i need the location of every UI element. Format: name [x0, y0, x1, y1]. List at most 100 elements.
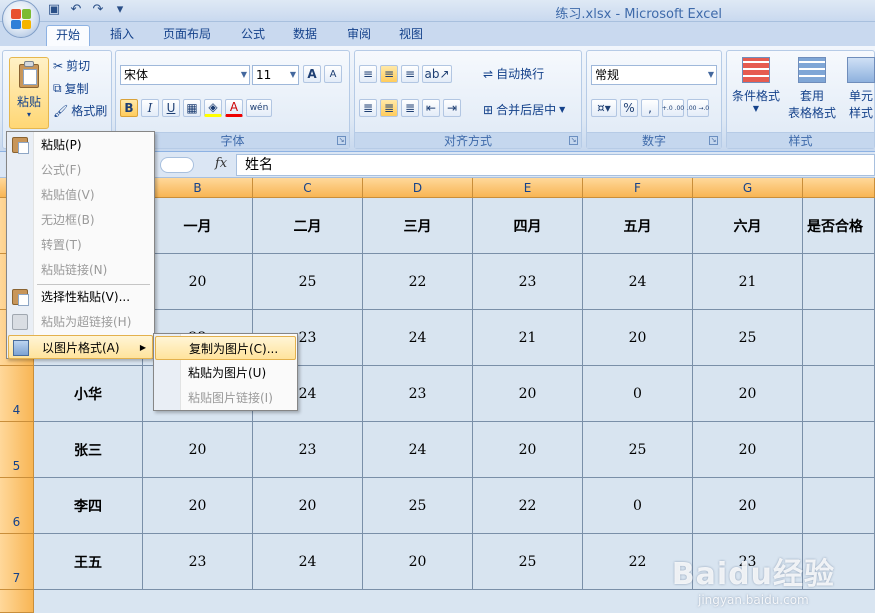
bold-button[interactable]: B: [120, 99, 138, 117]
menu-item-paste-picture-link[interactable]: 粘贴图片链接(I): [155, 386, 296, 410]
insert-function-button[interactable]: fx: [215, 156, 227, 171]
menu-item-transpose[interactable]: 转置(T): [8, 233, 153, 257]
row-header[interactable]: 6: [0, 478, 34, 534]
dialog-launcher-icon[interactable]: ↘: [337, 136, 346, 145]
table-cell[interactable]: 23: [143, 534, 253, 590]
tab-insert[interactable]: 插入: [101, 25, 143, 46]
row-header[interactable]: 4: [0, 366, 34, 422]
table-cell[interactable]: 22: [473, 478, 583, 534]
tab-page-layout[interactable]: 页面布局: [154, 25, 220, 46]
header-cell[interactable]: 一月: [143, 198, 253, 254]
format-painter-button[interactable]: 🖌 格式刷: [53, 102, 107, 119]
menu-item-paste-values[interactable]: 粘贴值(V): [8, 183, 153, 207]
orientation-icon[interactable]: ab↗: [422, 65, 452, 83]
table-cell[interactable]: 23: [363, 366, 473, 422]
table-cell[interactable]: [803, 254, 875, 310]
table-cell[interactable]: 20: [363, 534, 473, 590]
row-header[interactable]: 5: [0, 422, 34, 478]
paste-button[interactable]: 粘贴 ▾: [9, 57, 49, 129]
office-button[interactable]: [2, 0, 40, 38]
italic-button[interactable]: I: [141, 99, 159, 117]
table-cell[interactable]: 25: [363, 478, 473, 534]
table-cell[interactable]: 20: [693, 478, 803, 534]
menu-item-paste-as-picture[interactable]: 粘贴为图片(U): [155, 361, 296, 385]
menu-item-paste[interactable]: 粘贴(P): [8, 133, 153, 157]
table-cell[interactable]: 25: [473, 534, 583, 590]
table-cell[interactable]: 20: [143, 478, 253, 534]
phonetic-button[interactable]: wén: [246, 99, 272, 117]
increase-decimal-button[interactable]: +.0 .00: [662, 99, 684, 117]
formula-input[interactable]: 姓名: [236, 154, 875, 176]
table-cell[interactable]: 20: [693, 422, 803, 478]
merge-center-button[interactable]: ⊞ 合并后居中 ▼: [483, 101, 565, 118]
table-cell[interactable]: 李四: [34, 478, 143, 534]
header-cell[interactable]: 二月: [253, 198, 363, 254]
column-header-b[interactable]: B: [143, 178, 253, 198]
font-size-combo[interactable]: 11 ▼: [252, 65, 299, 85]
tab-home[interactable]: 开始: [46, 25, 91, 46]
header-cell[interactable]: 六月: [693, 198, 803, 254]
border-icon[interactable]: ▦: [183, 99, 201, 117]
table-cell[interactable]: 20: [143, 254, 253, 310]
table-format-button[interactable]: 套用 表格格式: [785, 57, 839, 121]
table-cell[interactable]: 25: [253, 254, 363, 310]
dialog-launcher-icon[interactable]: ↘: [709, 136, 718, 145]
font-name-combo[interactable]: 宋体 ▼: [120, 65, 250, 85]
tab-data[interactable]: 数据: [284, 25, 326, 46]
menu-item-paste-formulas[interactable]: 公式(F): [8, 158, 153, 182]
increase-indent-icon[interactable]: ⇥: [443, 99, 461, 117]
table-cell[interactable]: 25: [583, 422, 693, 478]
font-color-icon[interactable]: A: [225, 99, 243, 117]
table-cell[interactable]: 王五: [34, 534, 143, 590]
decrease-indent-icon[interactable]: ⇤: [422, 99, 440, 117]
grow-font-button[interactable]: A: [303, 65, 321, 83]
table-cell[interactable]: [803, 310, 875, 366]
table-cell[interactable]: 24: [363, 422, 473, 478]
header-cell[interactable]: 三月: [363, 198, 473, 254]
column-header-e[interactable]: E: [473, 178, 583, 198]
menu-item-paste-special[interactable]: 选择性粘贴(V)...: [8, 285, 153, 309]
table-cell[interactable]: [803, 478, 875, 534]
column-header-d[interactable]: D: [363, 178, 473, 198]
fill-color-icon[interactable]: ◈: [204, 99, 222, 117]
header-cell[interactable]: 四月: [473, 198, 583, 254]
table-cell[interactable]: 0: [583, 478, 693, 534]
table-cell[interactable]: 21: [693, 254, 803, 310]
tab-review[interactable]: 审阅: [338, 25, 380, 46]
conditional-format-button[interactable]: 条件格式 ▼: [729, 57, 783, 113]
table-cell[interactable]: 20: [473, 422, 583, 478]
number-format-combo[interactable]: 常规 ▼: [591, 65, 717, 85]
expand-circle-icon[interactable]: [160, 157, 194, 173]
cell-styles-button[interactable]: 单元 样式: [841, 57, 875, 121]
table-cell[interactable]: 23: [253, 422, 363, 478]
row-header[interactable]: [0, 590, 34, 613]
table-cell[interactable]: 0: [583, 366, 693, 422]
shrink-font-button[interactable]: A: [324, 65, 342, 83]
cut-button[interactable]: ✂ 剪切: [53, 57, 90, 74]
menu-item-copy-as-picture[interactable]: 复制为图片(C)...: [155, 336, 296, 360]
header-cell[interactable]: 是否合格: [803, 198, 875, 254]
table-cell[interactable]: 22: [363, 254, 473, 310]
table-cell[interactable]: 20: [253, 478, 363, 534]
header-cell[interactable]: 五月: [583, 198, 693, 254]
table-cell[interactable]: 25: [693, 310, 803, 366]
align-center-icon[interactable]: ≣: [380, 99, 398, 117]
align-bottom-icon[interactable]: ≡: [401, 65, 419, 83]
table-cell[interactable]: 20: [143, 422, 253, 478]
tab-formulas[interactable]: 公式: [232, 25, 274, 46]
align-middle-icon[interactable]: ≡: [380, 65, 398, 83]
decrease-decimal-button[interactable]: .00 →.0: [687, 99, 709, 117]
menu-item-no-borders[interactable]: 无边框(B): [8, 208, 153, 232]
tab-view[interactable]: 视图: [390, 25, 432, 46]
row-header[interactable]: 7: [0, 534, 34, 590]
table-cell[interactable]: 24: [363, 310, 473, 366]
align-top-icon[interactable]: ≡: [359, 65, 377, 83]
copy-button[interactable]: ⧉ 复制: [53, 80, 89, 97]
column-header-c[interactable]: C: [253, 178, 363, 198]
table-cell[interactable]: 21: [473, 310, 583, 366]
menu-item-paste-hyperlink[interactable]: 粘贴为超链接(H): [8, 310, 153, 334]
table-cell[interactable]: [803, 366, 875, 422]
align-right-icon[interactable]: ≣: [401, 99, 419, 117]
table-cell[interactable]: [803, 422, 875, 478]
currency-icon[interactable]: ¤▾: [591, 99, 617, 117]
